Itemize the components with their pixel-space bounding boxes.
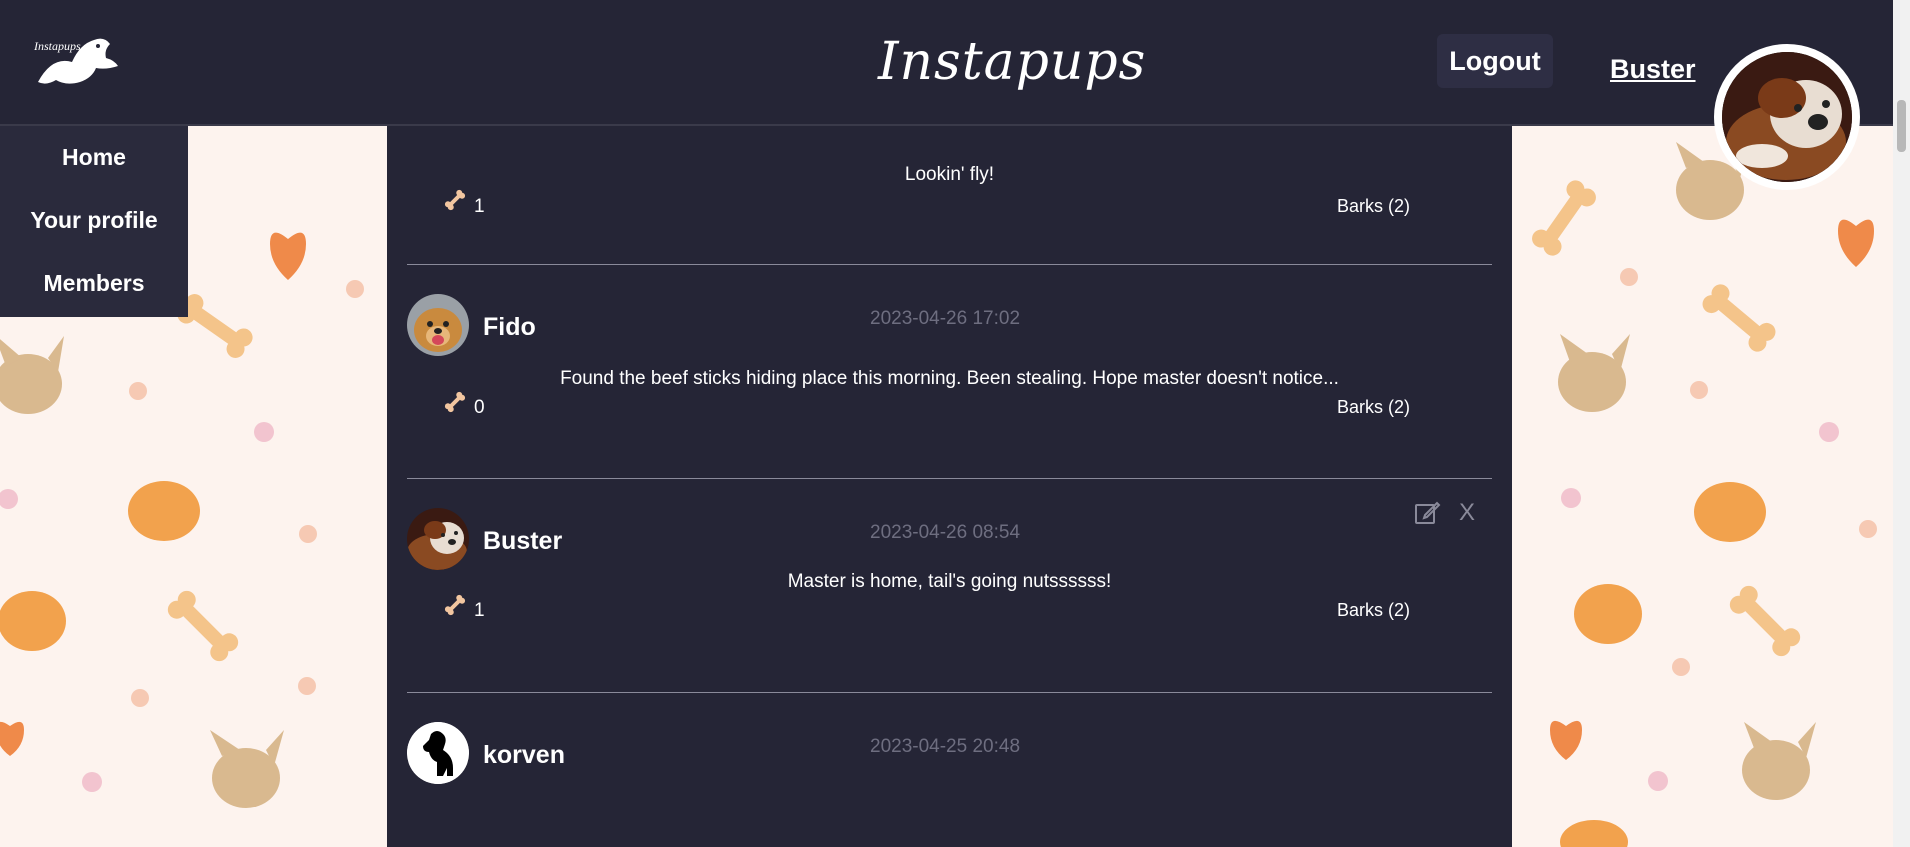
- scrollbar-thumb[interactable]: [1897, 100, 1906, 152]
- nav-item-home[interactable]: Home: [0, 126, 188, 189]
- top-bar: Instapups Instapups Logout Buster: [0, 0, 1893, 126]
- post-timestamp: 2023-04-25 20:48: [870, 736, 1021, 757]
- barks-button[interactable]: Barks (2): [1337, 397, 1410, 418]
- nav-item-your-profile[interactable]: Your profile: [0, 189, 188, 252]
- page-scrollbar[interactable]: [1893, 0, 1910, 847]
- bone-count: 1: [474, 196, 485, 217]
- barks-button[interactable]: Barks (2): [1337, 196, 1410, 217]
- logo-text: Instapups: [33, 39, 81, 53]
- nav-item-members[interactable]: Members: [0, 252, 188, 315]
- golden-retriever-avatar-icon: [407, 294, 469, 356]
- bone-icon[interactable]: [443, 593, 467, 617]
- post-author[interactable]: korven: [483, 741, 565, 770]
- paw-logo-icon[interactable]: Instapups: [28, 20, 124, 98]
- avatar[interactable]: [407, 722, 469, 784]
- bone-count: 1: [474, 600, 485, 621]
- bone-icon[interactable]: [443, 390, 467, 414]
- logout-button[interactable]: Logout: [1437, 34, 1553, 88]
- post-timestamp: 2023-04-26 08:54: [870, 522, 1021, 543]
- post-card: Buster 2023-04-26 08:54 X Master is home…: [407, 479, 1492, 693]
- edit-icon[interactable]: [1413, 499, 1441, 527]
- side-nav: Home Your profile Members: [0, 126, 188, 317]
- post-card: korven 2023-04-25 20:48: [407, 693, 1492, 847]
- avatar[interactable]: [407, 508, 469, 570]
- barks-button[interactable]: Barks (2): [1337, 600, 1410, 621]
- avatar[interactable]: [407, 294, 469, 356]
- post-author[interactable]: Buster: [483, 527, 562, 556]
- background-pattern-right: [1512, 126, 1893, 847]
- post-author[interactable]: Fido: [483, 313, 536, 342]
- brand-title: Instapups: [878, 32, 1147, 92]
- bone-count: 0: [474, 397, 485, 418]
- post-card: Lookin' fly! 1 Barks (2): [407, 126, 1492, 265]
- post-text: Found the beef sticks hiding place this …: [560, 368, 1339, 389]
- post-text: Lookin' fly!: [904, 164, 995, 185]
- bone-icon[interactable]: [443, 188, 467, 212]
- post-text: Master is home, tail's going nutssssss!: [787, 571, 1112, 592]
- profile-username-link[interactable]: Buster: [1610, 54, 1696, 85]
- delete-button[interactable]: X: [1459, 499, 1475, 527]
- avatar[interactable]: [1714, 44, 1860, 190]
- post-timestamp: 2023-04-26 17:02: [870, 308, 1021, 329]
- dog-silhouette-avatar-icon: [407, 722, 469, 784]
- post-feed: Lookin' fly! 1 Barks (2) Fido 2023-04-26…: [387, 126, 1512, 847]
- bulldog-avatar-icon: [407, 508, 469, 570]
- post-card: Fido 2023-04-26 17:02 Found the beef sti…: [407, 265, 1492, 479]
- bulldog-avatar-icon: [1722, 52, 1852, 182]
